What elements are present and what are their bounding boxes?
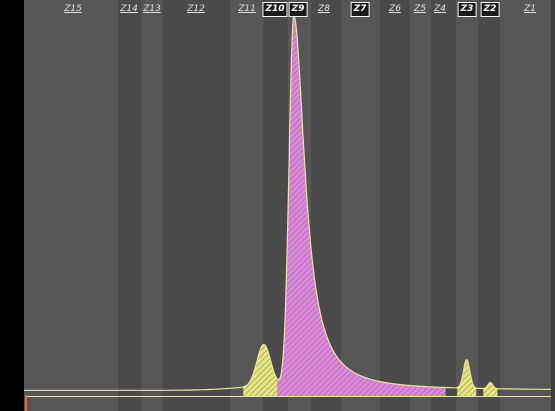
peak-fill-z2 (483, 382, 498, 396)
densitometry-plot (24, 14, 551, 411)
zone-label-z1[interactable]: Z1 (524, 3, 536, 16)
peak-fill-z3 (457, 359, 477, 396)
zone-label-z9[interactable]: Z9 (288, 2, 308, 17)
zone-label-z5[interactable]: Z5 (414, 3, 426, 16)
zone-label-z3[interactable]: Z3 (457, 2, 477, 17)
zone-label-z8[interactable]: Z8 (318, 3, 330, 16)
zone-label-z6[interactable]: Z6 (389, 3, 401, 16)
zone-label-z10[interactable]: Z10 (262, 2, 288, 17)
zone-label-z4[interactable]: Z4 (434, 3, 446, 16)
electrophoresis-viewer: Z15 Z14 Z13 Z12 Z11 Z10 Z9 Z8 Z7 Z6 Z5 Z4 Z3 Z2 Z1 (0, 0, 555, 411)
zone-label-z15[interactable]: Z15 (64, 3, 82, 16)
peak-fills (243, 15, 498, 397)
peak-fill-z9 (277, 15, 446, 397)
zone-label-z7[interactable]: Z7 (350, 2, 370, 17)
zone-label-z14[interactable]: Z14 (120, 3, 138, 16)
zone-label-z2[interactable]: Z2 (480, 2, 500, 17)
zone-label-z12[interactable]: Z12 (187, 3, 205, 16)
zone-label-z13[interactable]: Z13 (143, 3, 161, 16)
zone-label-z11[interactable]: Z11 (238, 3, 256, 16)
